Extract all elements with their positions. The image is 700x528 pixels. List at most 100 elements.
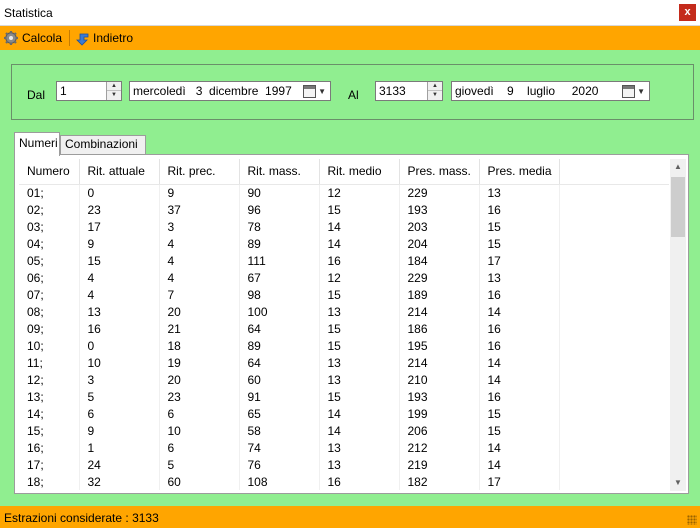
table-cell: 16 xyxy=(479,388,560,405)
spin-down-icon[interactable]: ▼ xyxy=(107,91,121,100)
table-cell: 17 xyxy=(79,218,160,235)
table-cell: 11; xyxy=(19,354,80,371)
scroll-down-icon[interactable]: ▼ xyxy=(670,475,686,491)
al-date: giovedì 9 luglio 2020 xyxy=(455,84,599,98)
calendar-icon xyxy=(303,84,317,98)
calcola-button[interactable]: Calcola xyxy=(3,29,62,47)
table-cell: 58 xyxy=(239,422,320,439)
table-body: 01; 0 9 90 12 229 13 02; 23 37 96 15 193 16 03; 17 3 78 14… xyxy=(19,184,669,490)
dal-date-picker[interactable]: mercoledì 3 dicembre 1997 ▼ xyxy=(129,81,331,101)
column-header[interactable]: Pres. mass. xyxy=(399,159,480,185)
indietro-label: Indietro xyxy=(93,31,134,45)
table-cell: 14 xyxy=(479,371,560,388)
table-cell: 12 xyxy=(319,269,400,286)
al-calendar-button[interactable]: ▼ xyxy=(622,84,645,98)
tab-numeri[interactable]: Numeri xyxy=(14,132,60,156)
table-cell: 186 xyxy=(399,320,480,337)
table-cell: 14 xyxy=(479,354,560,371)
table-cell: 6 xyxy=(159,405,240,422)
column-header[interactable]: Rit. mass. xyxy=(239,159,320,185)
table-cell-filler xyxy=(559,354,669,371)
table-row[interactable]: 09; 16 21 64 15 186 16 xyxy=(19,320,669,337)
vertical-scrollbar[interactable]: ▲ ▼ xyxy=(670,159,686,491)
calcola-label: Calcola xyxy=(22,31,63,45)
table-cell: 1 xyxy=(79,439,160,456)
table-cell: 193 xyxy=(399,388,480,405)
table-cell: 193 xyxy=(399,201,480,218)
table-row[interactable]: 17; 24 5 76 13 219 14 xyxy=(19,456,669,473)
table-cell: 37 xyxy=(159,201,240,218)
table-row[interactable]: 02; 23 37 96 15 193 16 xyxy=(19,201,669,218)
column-header[interactable]: Rit. attuale xyxy=(79,159,160,185)
table-cell: 15 xyxy=(479,422,560,439)
dal-spinner-buttons[interactable]: ▲ ▼ xyxy=(106,82,121,100)
header-row: Numero Rit. attuale Rit. prec. Rit. mass. Ri… xyxy=(19,159,669,185)
table-cell: 13 xyxy=(319,354,400,371)
table-cell: 212 xyxy=(399,439,480,456)
table-cell: 4 xyxy=(79,286,160,303)
table-row[interactable]: 10; 0 18 89 15 195 16 xyxy=(19,337,669,354)
table-cell-filler xyxy=(559,269,669,286)
column-header[interactable]: Rit. medio xyxy=(319,159,400,185)
table-cell: 184 xyxy=(399,252,480,269)
al-date-picker[interactable]: giovedì 9 luglio 2020 ▼ xyxy=(451,81,650,101)
table-cell: 10 xyxy=(79,354,160,371)
table-cell: 09; xyxy=(19,320,80,337)
al-spinner[interactable]: 3133 ▲ ▼ xyxy=(375,81,443,101)
table-cell: 64 xyxy=(239,354,320,371)
table-row[interactable]: 05; 15 4 111 16 184 17 xyxy=(19,252,669,269)
spin-down-icon[interactable]: ▼ xyxy=(428,91,442,100)
table-cell-filler xyxy=(559,201,669,218)
title-bar: Statistica x xyxy=(0,0,700,26)
back-arrow-icon xyxy=(76,33,89,46)
table-cell: 13 xyxy=(319,456,400,473)
table-row[interactable]: 12; 3 20 60 13 210 14 xyxy=(19,371,669,388)
table-cell: 15 xyxy=(319,388,400,405)
gear-icon xyxy=(4,31,18,45)
spin-up-icon[interactable]: ▲ xyxy=(428,82,442,91)
table-cell: 91 xyxy=(239,388,320,405)
table-cell: 16 xyxy=(319,473,400,490)
table-cell: 10 xyxy=(159,422,240,439)
resize-grip-icon[interactable] xyxy=(687,515,697,525)
table-row[interactable]: 15; 9 10 58 14 206 15 xyxy=(19,422,669,439)
indietro-button[interactable]: Indietro xyxy=(74,29,133,47)
table-cell: 04; xyxy=(19,235,80,252)
scrollbar-thumb[interactable] xyxy=(671,177,685,237)
column-header[interactable]: Pres. media xyxy=(479,159,560,185)
table-row[interactable]: 01; 0 9 90 12 229 13 xyxy=(19,184,669,201)
column-header[interactable]: Rit. prec. xyxy=(159,159,240,185)
tab-combinazioni[interactable]: Combinazioni xyxy=(60,135,146,154)
close-button[interactable]: x xyxy=(679,4,696,21)
status-bar: Estrazioni considerate : 3133 xyxy=(0,506,700,528)
table-cell: 13 xyxy=(479,184,560,201)
spin-up-icon[interactable]: ▲ xyxy=(107,82,121,91)
table-row[interactable]: 04; 9 4 89 14 204 15 xyxy=(19,235,669,252)
table-row[interactable]: 13; 5 23 91 15 193 16 xyxy=(19,388,669,405)
al-spinner-buttons[interactable]: ▲ ▼ xyxy=(427,82,442,100)
status-text: Estrazioni considerate : 3133 xyxy=(4,511,159,525)
table-row[interactable]: 11; 10 19 64 13 214 14 xyxy=(19,354,669,371)
dal-date: mercoledì 3 dicembre 1997 xyxy=(133,84,292,98)
column-header[interactable]: Numero xyxy=(19,159,80,185)
table-cell: 78 xyxy=(239,218,320,235)
dal-spinner[interactable]: 1 ▲ ▼ xyxy=(56,81,122,101)
table-cell: 9 xyxy=(79,422,160,439)
table-row[interactable]: 06; 4 4 67 12 229 13 xyxy=(19,269,669,286)
table-row[interactable]: 16; 1 6 74 13 212 14 xyxy=(19,439,669,456)
scroll-up-icon[interactable]: ▲ xyxy=(670,159,686,175)
table-cell: 4 xyxy=(79,269,160,286)
table-row[interactable]: 18; 32 60 108 16 182 17 xyxy=(19,473,669,490)
table-row[interactable]: 14; 6 6 65 14 199 15 xyxy=(19,405,669,422)
table-row[interactable]: 08; 13 20 100 13 214 14 xyxy=(19,303,669,320)
table-row[interactable]: 03; 17 3 78 14 203 15 xyxy=(19,218,669,235)
table-row[interactable]: 07; 4 7 98 15 189 16 xyxy=(19,286,669,303)
table-cell: 89 xyxy=(239,235,320,252)
table-cell: 67 xyxy=(239,269,320,286)
dal-calendar-button[interactable]: ▼ xyxy=(303,84,326,98)
table-cell: 24 xyxy=(79,456,160,473)
table-cell-filler xyxy=(559,184,669,201)
table-cell: 6 xyxy=(79,405,160,422)
stats-grid[interactable]: Numero Rit. attuale Rit. prec. Rit. mass. Ri… xyxy=(14,154,689,494)
table-cell-filler xyxy=(559,439,669,456)
